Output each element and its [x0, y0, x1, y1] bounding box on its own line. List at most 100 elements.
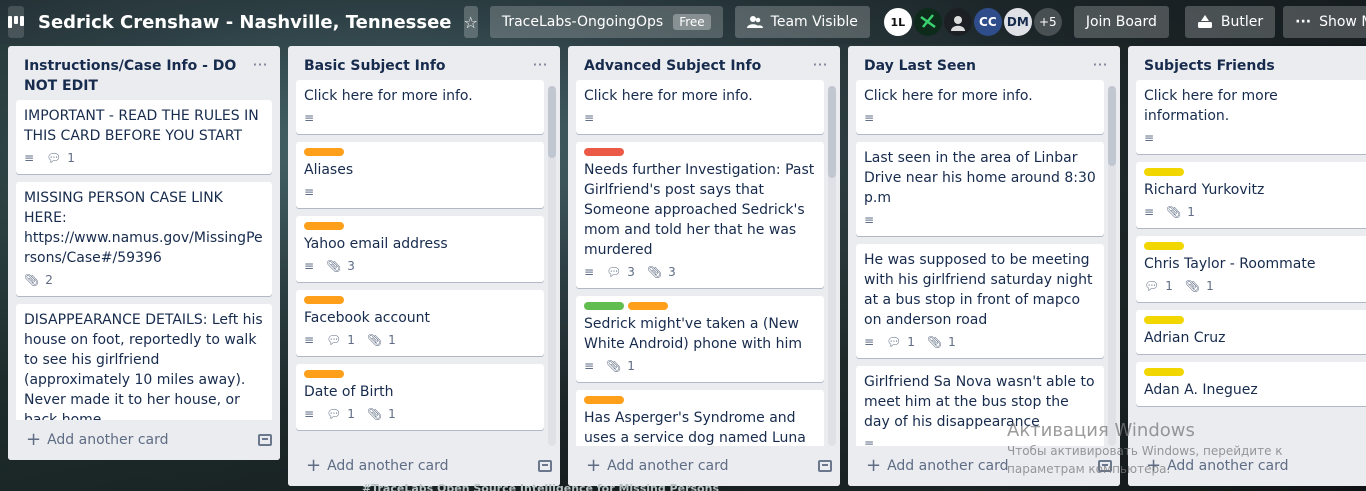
label-yellow[interactable] [1144, 316, 1184, 324]
label-red[interactable] [584, 148, 624, 156]
card[interactable]: IMPORTANT - READ THE RULES IN THIS CARD … [16, 100, 272, 174]
label-orange[interactable] [584, 396, 624, 404]
description-icon: ≡ [584, 111, 595, 125]
description-icon: ≡ [24, 151, 35, 165]
paperclip-icon: 📎︎ [24, 273, 40, 287]
card-labels [304, 148, 536, 156]
more-members-button[interactable]: +5 [1033, 8, 1062, 36]
paperclip-icon: 📎︎ [326, 259, 342, 273]
card-template-icon[interactable] [818, 460, 832, 472]
add-card-button[interactable]: Add another card [887, 458, 1008, 474]
list-header[interactable]: Subjects Friends [1128, 46, 1366, 80]
card[interactable]: Facebook account ≡ 💬︎ 1 📎︎ 1 [296, 290, 544, 356]
attachments-badge: 📎︎ 1 [606, 356, 635, 376]
card[interactable]: Sedrick might've taken a (New White Andr… [576, 296, 824, 382]
board-switcher-button[interactable] [8, 6, 24, 38]
label-orange[interactable] [304, 148, 344, 156]
card[interactable]: Click here for more info. ≡ [856, 80, 1104, 134]
card[interactable]: Last seen in the area of Linbar Drive ne… [856, 142, 1104, 236]
add-card-button[interactable]: Add another card [47, 432, 168, 448]
list-title[interactable]: Day Last Seen [864, 56, 1088, 76]
card[interactable]: Click here for more information. ≡ [1136, 80, 1366, 154]
card-title: Sedrick might've taken a (New White Andr… [584, 316, 803, 352]
list-header[interactable]: Advanced Subject Info ··· [568, 46, 840, 80]
plus-icon: + [866, 455, 882, 476]
member-avatar-image [950, 16, 965, 31]
label-yellow[interactable] [1144, 368, 1184, 376]
card-title: DISAPPEARANCE DETAILS: Left his house on… [24, 312, 263, 428]
description-icon: ≡ [304, 333, 315, 347]
list-menu-icon[interactable]: ··· [528, 56, 552, 74]
avatar[interactable]: CC [973, 8, 1002, 36]
background-caption: #TraceLabs Open Source Intelligence for … [362, 482, 719, 491]
more-dots-icon: ··· [1295, 14, 1312, 30]
label-orange[interactable] [304, 222, 344, 230]
avatar[interactable] [943, 8, 972, 36]
card-badges: ≡ 💬︎ 1 📎︎ 1 [304, 404, 536, 424]
card[interactable]: Click here for more info. ≡ [576, 80, 824, 134]
card-list: Click here for more info. ≡ Last seen in… [848, 80, 1120, 460]
comments-badge: 💬︎ 1 [46, 148, 75, 168]
list-menu-icon[interactable]: ··· [808, 56, 832, 74]
add-card-button[interactable]: Add another card [327, 458, 448, 474]
show-menu-button[interactable]: ··· Show Menu [1283, 6, 1366, 38]
card[interactable]: Has Asperger's Syndrome and uses a servi… [576, 390, 824, 454]
card[interactable]: Adrian Cruz [1136, 310, 1366, 354]
card-badges: ≡ 📎︎ 1 [584, 356, 816, 376]
avatar[interactable]: 1L [883, 8, 912, 36]
add-card-footer: + Add another card [288, 446, 560, 486]
add-card-button[interactable]: Add another card [607, 458, 728, 474]
label-yellow[interactable] [1144, 168, 1184, 176]
card-badges: ≡ 📎︎ 3 [304, 256, 536, 276]
star-button[interactable]: ☆ [463, 6, 478, 38]
list-title[interactable]: Basic Subject Info [304, 56, 528, 76]
label-yellow[interactable] [1144, 242, 1184, 250]
list-header[interactable]: Basic Subject Info ··· [288, 46, 560, 80]
comment-icon: 💬︎ [606, 265, 622, 279]
team-button[interactable]: TraceLabs-OngoingOps Free [489, 6, 723, 38]
card[interactable]: He was supposed to be meeting with his g… [856, 244, 1104, 358]
card[interactable]: Aliases ≡ [296, 142, 544, 208]
paperclip-icon: 📎︎ [366, 407, 383, 421]
list-title[interactable]: Subjects Friends [1144, 56, 1358, 76]
card[interactable]: Richard Yurkovitz ≡ 📎︎ 1 [1136, 162, 1366, 228]
join-board-button[interactable]: Join Board [1073, 6, 1169, 38]
card-list: Click here for more info. ≡ Aliases ≡ Ya… [288, 80, 560, 430]
card[interactable]: Yahoo email address ≡ 📎︎ 3 [296, 216, 544, 282]
card[interactable]: Adan A. Ineguez [1136, 362, 1366, 406]
avatar[interactable] [913, 8, 942, 36]
list-title[interactable]: Instructions/Case Info - DO NOT EDIT [24, 56, 248, 96]
card-labels [584, 396, 816, 404]
add-card-footer: + Add another card [568, 446, 840, 486]
butler-button[interactable]: Butler [1184, 6, 1276, 38]
card-badges: ≡ [584, 108, 816, 128]
card-badges: ≡ [304, 182, 536, 202]
card[interactable]: MISSING PERSON CASE LINK HERE: https://w… [16, 182, 272, 296]
list-title[interactable]: Advanced Subject Info [584, 56, 808, 76]
card-badges: ≡ 💬︎ 1 📎︎ 1 [864, 332, 1096, 352]
description-icon: ≡ [584, 359, 595, 373]
label-orange[interactable] [304, 370, 344, 378]
card-list: IMPORTANT - READ THE RULES IN THIS CARD … [8, 100, 280, 438]
list-header[interactable]: Instructions/Case Info - DO NOT EDIT ··· [8, 46, 280, 100]
list-menu-icon[interactable]: ··· [1088, 56, 1112, 74]
card[interactable]: Needs further Investigation: Past Girlfr… [576, 142, 824, 288]
avatar[interactable]: DM [1003, 8, 1032, 36]
list-header[interactable]: Day Last Seen ··· [848, 46, 1120, 80]
label-orange[interactable] [304, 296, 344, 304]
card-list: Click here for more information. ≡ Richa… [1128, 80, 1366, 406]
card[interactable]: Chris Taylor - Roommate 💬︎ 1 📎︎ 1 [1136, 236, 1366, 302]
label-orange[interactable] [628, 302, 668, 310]
label-green[interactable] [584, 302, 624, 310]
card[interactable]: Date of Birth ≡ 💬︎ 1 📎︎ 1 [296, 364, 544, 430]
card-labels [584, 148, 816, 156]
list-menu-icon[interactable]: ··· [248, 56, 272, 74]
card-template-icon[interactable] [538, 460, 552, 472]
card[interactable]: DISAPPEARANCE DETAILS: Left his house on… [16, 304, 272, 438]
visibility-button[interactable]: Team Visible [734, 6, 870, 38]
card-template-icon[interactable] [258, 434, 272, 446]
card-title: Click here for more info. [584, 88, 753, 104]
description-icon: ≡ [864, 111, 875, 125]
board-title[interactable]: Sedrick Crenshaw - Nashville, Tennessee [38, 12, 452, 33]
card[interactable]: Click here for more info. ≡ [296, 80, 544, 134]
